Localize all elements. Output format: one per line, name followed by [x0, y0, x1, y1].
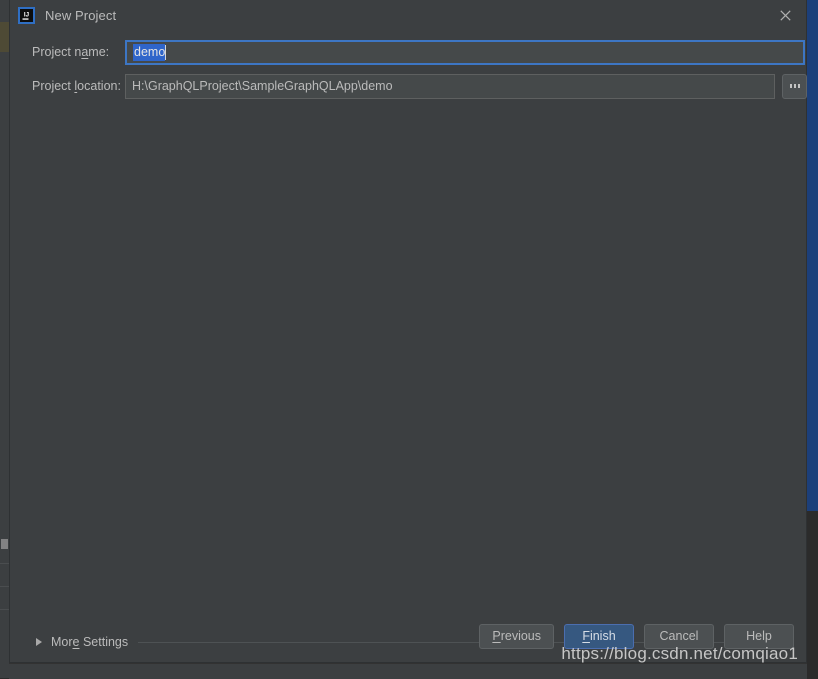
finish-button[interactable]: Finish — [564, 623, 634, 649]
project-name-input[interactable]: demo — [125, 39, 805, 65]
project-location-label: Project location: — [32, 79, 121, 93]
ellipsis-dot — [793, 84, 796, 88]
browse-button[interactable] — [782, 73, 807, 99]
mnemonic-letter: F — [582, 629, 590, 643]
dialog-title-bar: IJ New Project — [10, 0, 806, 30]
background-left-divider — [0, 563, 9, 564]
intellij-idea-icon: IJ — [18, 6, 35, 24]
dialog-content: Project name: demo Project location: H:\… — [10, 30, 807, 649]
project-name-row: Project name: demo — [10, 39, 806, 65]
background-left-divider — [0, 609, 9, 610]
background-left-divider — [0, 586, 9, 587]
close-icon[interactable] — [774, 5, 796, 25]
project-location-input[interactable]: H:\GraphQLProject\SampleGraphQLApp\demo — [125, 73, 775, 99]
background-left-highlight — [0, 22, 9, 52]
background-status-bar — [9, 663, 807, 679]
ellipsis-dot — [797, 84, 800, 88]
help-button[interactable]: Help — [724, 623, 794, 649]
svg-text:IJ: IJ — [24, 11, 30, 18]
previous-button[interactable]: Previous — [479, 623, 554, 649]
cancel-button[interactable]: Cancel — [644, 623, 714, 649]
project-location-value: H:\GraphQLProject\SampleGraphQLApp\demo — [132, 79, 393, 93]
new-project-dialog: IJ New Project Project name: demo Projec… — [9, 0, 807, 663]
background-editor-strip — [807, 0, 818, 511]
project-location-row: Project location: H:\GraphQLProject\Samp… — [10, 73, 807, 99]
project-name-label: Project name: — [32, 45, 110, 59]
dialog-title: New Project — [45, 7, 117, 23]
background-left-marker — [1, 539, 8, 549]
dialog-button-bar: Previous Finish Cancel Help https://blog… — [10, 610, 806, 663]
project-name-value: demo — [133, 43, 166, 61]
ellipsis-dot — [789, 84, 792, 88]
text-caret — [165, 44, 167, 60]
mnemonic-letter: P — [492, 629, 501, 643]
background-right-dark-strip — [807, 511, 818, 678]
